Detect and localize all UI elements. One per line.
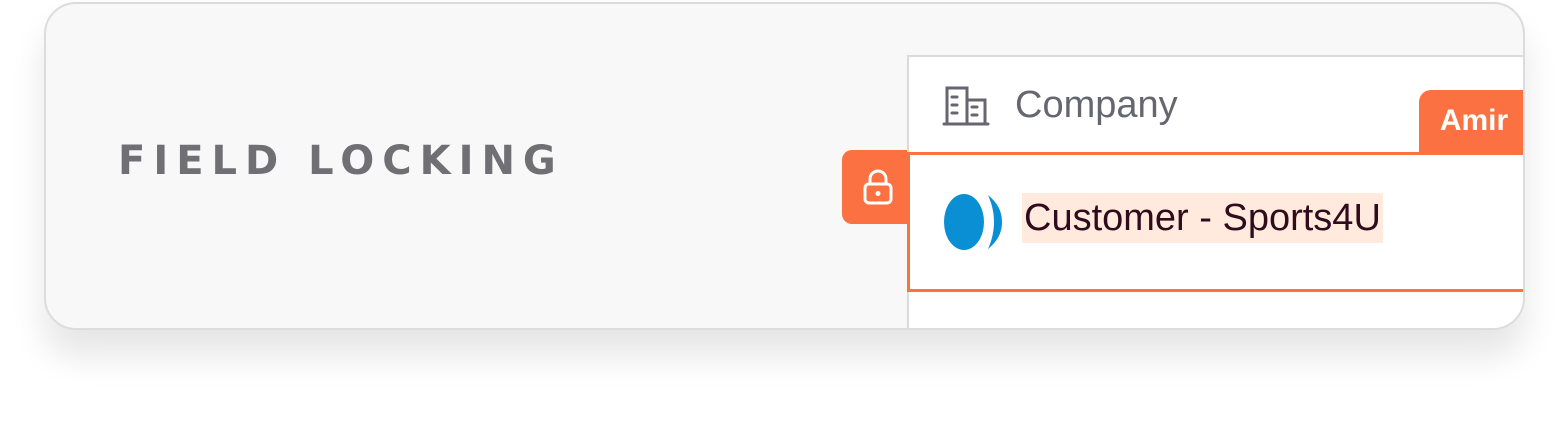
- organization-logo-icon: [944, 194, 1002, 250]
- company-field-label: Company: [1015, 84, 1178, 126]
- feature-title: FIELD LOCKING: [118, 138, 564, 184]
- company-field-header: Company: [941, 83, 1178, 127]
- company-field-panel: Company Amir Customer - Sports4U: [907, 55, 1523, 328]
- building-icon: [942, 86, 990, 126]
- field-locking-card: FIELD LOCKING Company Amir Customer - Sp…: [44, 2, 1525, 330]
- company-field-value: Customer - Sports4U: [1022, 193, 1383, 243]
- lock-indicator: [842, 150, 914, 224]
- locked-by-badge: Amir: [1419, 90, 1523, 152]
- locked-company-field[interactable]: Customer - Sports4U: [907, 152, 1523, 292]
- lock-icon: [863, 169, 893, 205]
